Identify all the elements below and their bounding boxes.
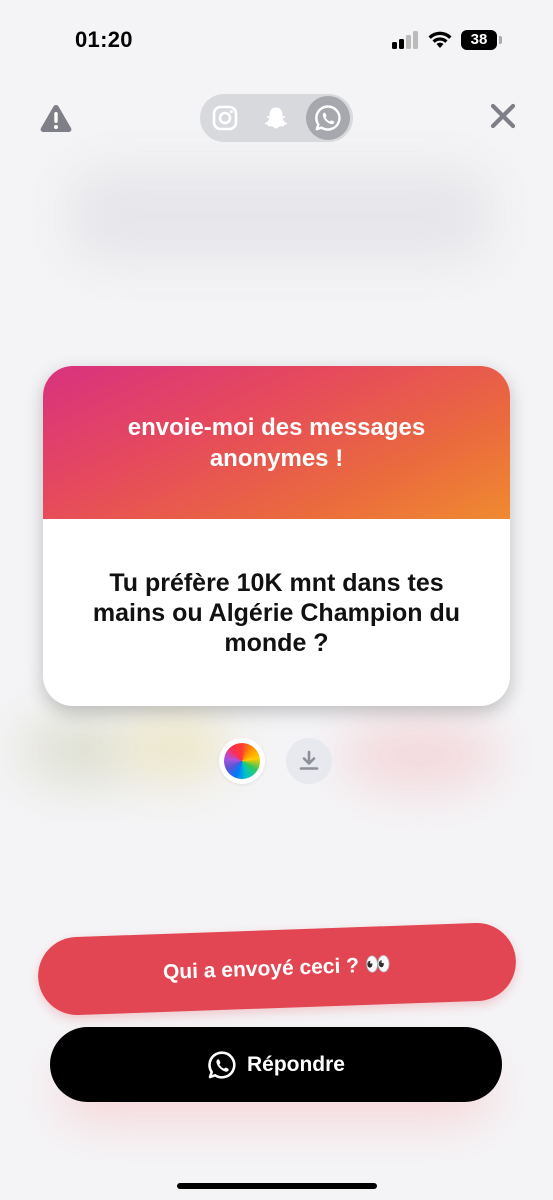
whatsapp-icon bbox=[315, 105, 341, 131]
report-button[interactable] bbox=[38, 100, 74, 136]
reply-button[interactable]: Répondre bbox=[50, 1027, 502, 1102]
card-body: Tu préfère 10K mnt dans tes mains ou Alg… bbox=[43, 519, 510, 706]
platform-snapchat[interactable] bbox=[254, 96, 298, 140]
close-button[interactable] bbox=[486, 99, 520, 133]
card-question-text: Tu préfère 10K mnt dans tes mains ou Alg… bbox=[92, 568, 461, 657]
background-blur bbox=[120, 712, 230, 782]
battery-icon: 38 bbox=[461, 30, 502, 50]
cellular-signal-icon bbox=[392, 31, 420, 49]
background-blur bbox=[340, 720, 500, 790]
warning-icon bbox=[40, 105, 72, 132]
color-wheel-icon bbox=[224, 743, 260, 779]
platform-instagram[interactable] bbox=[203, 96, 247, 140]
status-bar: 01:20 38 bbox=[0, 0, 553, 80]
download-icon bbox=[299, 750, 319, 770]
close-icon bbox=[490, 103, 516, 129]
who-sent-button[interactable]: Qui a envoyé ceci ? 👀 bbox=[36, 921, 518, 1017]
wifi-icon bbox=[428, 31, 452, 48]
home-indicator bbox=[177, 1183, 377, 1189]
platform-switcher bbox=[200, 94, 353, 142]
card-header-text: envoie-moi des messages anonymes ! bbox=[127, 413, 426, 472]
download-button[interactable] bbox=[286, 738, 332, 784]
battery-level: 38 bbox=[470, 31, 488, 48]
instagram-icon bbox=[212, 105, 238, 131]
card-header: envoie-moi des messages anonymes ! bbox=[43, 366, 510, 519]
color-picker-button[interactable] bbox=[219, 738, 265, 784]
snapchat-icon bbox=[264, 107, 288, 129]
who-sent-label: Qui a envoyé ceci ? 👀 bbox=[162, 953, 392, 984]
background-blur bbox=[70, 170, 490, 260]
whatsapp-icon bbox=[208, 1050, 236, 1079]
message-card: envoie-moi des messages anonymes ! Tu pr… bbox=[43, 366, 510, 706]
status-time: 01:20 bbox=[75, 27, 133, 52]
platform-whatsapp[interactable] bbox=[306, 96, 350, 140]
reply-label: Répondre bbox=[246, 1052, 345, 1076]
